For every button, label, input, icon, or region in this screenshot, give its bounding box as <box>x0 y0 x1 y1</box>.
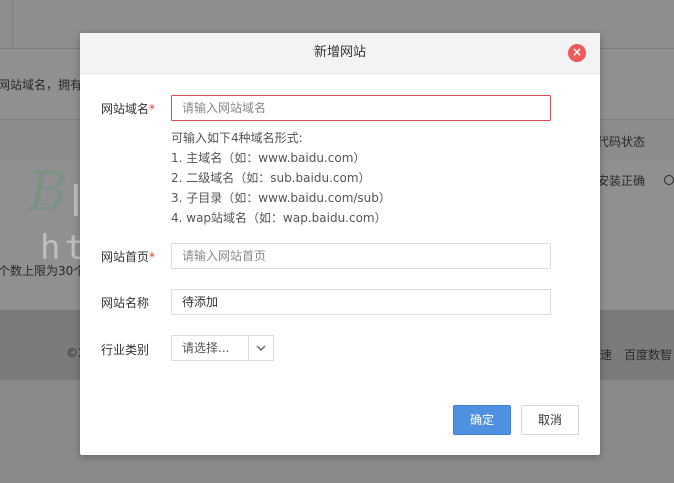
homepage-input[interactable] <box>171 243 551 269</box>
homepage-label: 网站首页* <box>101 248 155 265</box>
domain-hint-1: 1. 主域名（如：www.baidu.com） <box>171 151 366 165</box>
domain-required-mark: * <box>149 102 156 116</box>
cancel-button[interactable]: 取消 <box>521 405 579 435</box>
site-name-input[interactable] <box>171 289 551 315</box>
bg-limit-text: 个数上限为30个 <box>0 264 86 278</box>
domain-label-text: 网站域名 <box>101 102 150 116</box>
bg-footer-speed: 速 <box>600 348 613 362</box>
domain-label: 网站域名* <box>101 100 155 117</box>
domain-hint-intro: 可输入如下4种域名形式: <box>171 131 303 145</box>
domain-hint-2: 2. 二级域名（如：sub.baidu.com） <box>171 171 371 185</box>
domain-input[interactable] <box>171 95 551 121</box>
bg-cell-install-status: 安装正确 <box>597 174 646 188</box>
bg-domain-note: 网站域名，拥有 <box>0 78 83 92</box>
chevron-down-icon[interactable] <box>253 336 269 360</box>
close-icon: × <box>571 45 583 59</box>
bg-col-code-status: 代码状态 <box>597 135 646 149</box>
bg-footer-baidu-index: 百度数智 <box>624 348 673 362</box>
bg-divider <box>12 0 13 48</box>
industry-select[interactable]: 请选择... <box>171 335 274 361</box>
homepage-required-mark: * <box>149 250 156 264</box>
domain-hint-3: 3. 子目录（如：www.baidu.com/sub） <box>171 191 391 205</box>
confirm-button[interactable]: 确定 <box>453 405 511 435</box>
homepage-label-text: 网站首页 <box>101 250 150 264</box>
close-button[interactable]: × <box>568 44 586 62</box>
dialog-header: 新增网站 × <box>80 33 600 74</box>
select-divider <box>248 336 249 360</box>
industry-label: 行业类别 <box>101 343 150 357</box>
industry-selected-value: 请选择... <box>182 341 230 355</box>
bg-refresh-icon <box>664 175 674 185</box>
add-site-dialog: 新增网站 × 网站域名* 可输入如下4种域名形式: 1. 主域名（如：www.b… <box>80 33 600 455</box>
dialog-title: 新增网站 <box>313 45 366 60</box>
domain-hint-4: 4. wap站域名（如：wap.baidu.com） <box>171 211 387 225</box>
site-name-label: 网站名称 <box>101 296 150 310</box>
